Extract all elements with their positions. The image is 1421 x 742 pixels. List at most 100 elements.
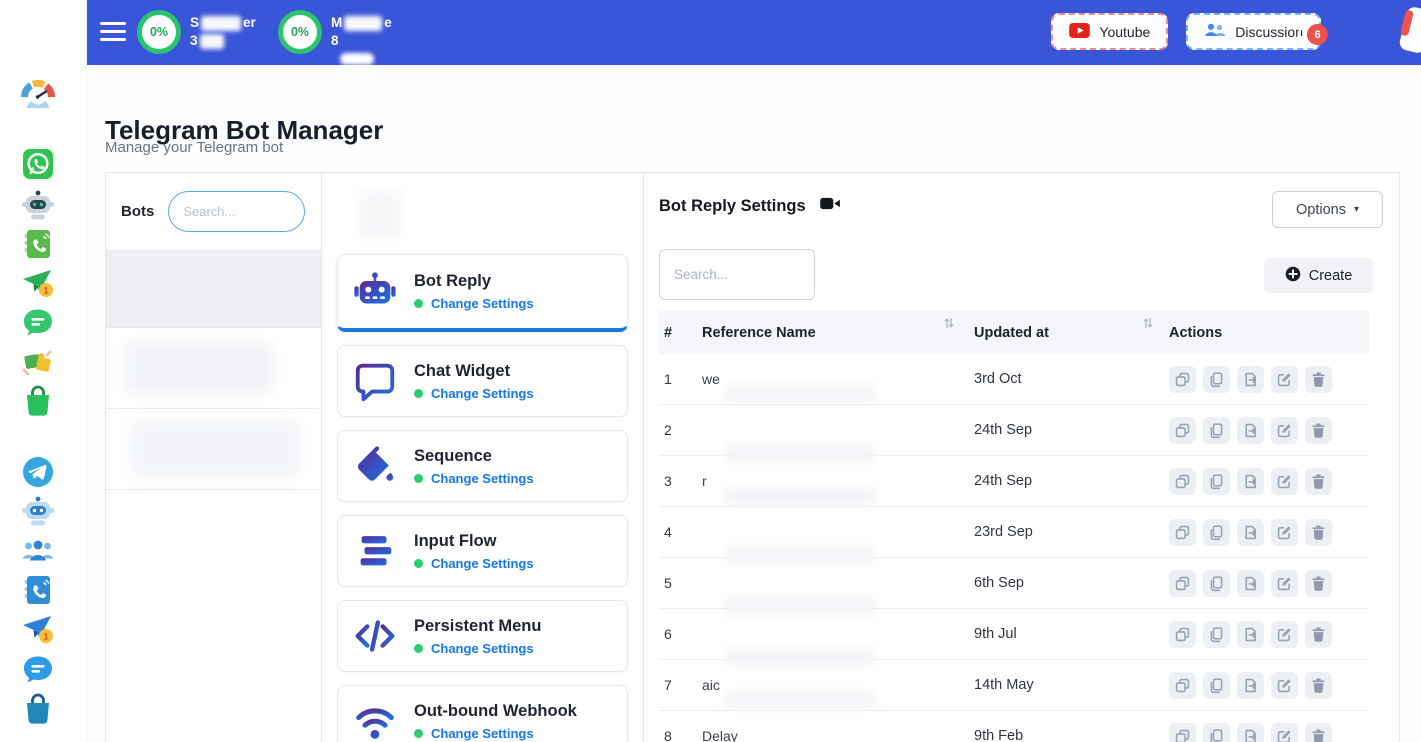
change-settings-link[interactable]: Change Settings bbox=[431, 471, 534, 486]
delete-action-button[interactable] bbox=[1305, 621, 1332, 648]
sort-icon[interactable] bbox=[943, 316, 955, 334]
export-action-button[interactable] bbox=[1237, 723, 1264, 742]
export-action-button[interactable] bbox=[1237, 672, 1264, 699]
whatsapp-broadcast-icon[interactable]: 1 bbox=[20, 265, 56, 301]
row-number: 5 bbox=[659, 575, 697, 591]
duplicate-action-button[interactable] bbox=[1203, 723, 1230, 742]
telegram-icon[interactable] bbox=[20, 454, 56, 490]
bot-list-item[interactable] bbox=[106, 409, 321, 490]
create-button[interactable]: Create bbox=[1264, 258, 1373, 293]
svg-text:1: 1 bbox=[43, 632, 49, 643]
youtube-button[interactable]: Youtube bbox=[1051, 13, 1168, 50]
whatsapp-contacts-icon[interactable] bbox=[20, 226, 56, 262]
export-action-button[interactable] bbox=[1237, 621, 1264, 648]
change-settings-link[interactable]: Change Settings bbox=[431, 556, 534, 571]
delete-icon bbox=[1310, 575, 1327, 592]
delete-action-button[interactable] bbox=[1305, 519, 1332, 546]
whatsapp-store-icon[interactable] bbox=[20, 383, 56, 419]
export-action-button[interactable] bbox=[1237, 570, 1264, 597]
copy-action-button[interactable] bbox=[1169, 621, 1196, 648]
duplicate-action-button[interactable] bbox=[1203, 570, 1230, 597]
bot-list-item[interactable] bbox=[106, 328, 321, 409]
edit-action-button[interactable] bbox=[1271, 621, 1298, 648]
whatsapp-icon[interactable] bbox=[20, 146, 56, 182]
settings-menu-panel: Bot ReplyChange Settings Chat WidgetChang… bbox=[322, 173, 644, 742]
edit-icon bbox=[1276, 575, 1293, 592]
col-header-name[interactable]: Reference Name bbox=[697, 325, 969, 341]
dashboard-gauge-icon[interactable] bbox=[20, 78, 56, 114]
bot-list-item-selected[interactable] bbox=[106, 250, 321, 328]
updated-at-cell: 3rd Oct bbox=[969, 371, 1164, 387]
copy-icon bbox=[1174, 728, 1191, 742]
delete-action-button[interactable] bbox=[1305, 570, 1332, 597]
copy-action-button[interactable] bbox=[1169, 366, 1196, 393]
duplicate-action-button[interactable] bbox=[1203, 366, 1230, 393]
change-settings-link[interactable]: Change Settings bbox=[431, 641, 534, 656]
copy-action-button[interactable] bbox=[1169, 672, 1196, 699]
table-search-input[interactable] bbox=[659, 249, 815, 300]
hamburger-menu-icon[interactable] bbox=[100, 22, 126, 42]
reference-name-cell: r bbox=[697, 473, 969, 489]
edit-action-button[interactable] bbox=[1271, 366, 1298, 393]
reference-name-cell: aic bbox=[697, 677, 969, 693]
duplicate-action-button[interactable] bbox=[1203, 417, 1230, 444]
edit-action-button[interactable] bbox=[1271, 723, 1298, 742]
change-settings-link[interactable]: Change Settings bbox=[431, 726, 534, 741]
edit-action-button[interactable] bbox=[1271, 570, 1298, 597]
telegram-chat-icon[interactable] bbox=[20, 652, 56, 688]
bot-reply-table: # Reference Name Updated at Actions 1we3… bbox=[659, 311, 1369, 742]
delete-action-button[interactable] bbox=[1305, 366, 1332, 393]
delete-icon bbox=[1310, 371, 1327, 388]
export-action-button[interactable] bbox=[1237, 468, 1264, 495]
stat-label-fragment: M bbox=[331, 14, 342, 32]
copy-action-button[interactable] bbox=[1169, 723, 1196, 742]
duplicate-action-button[interactable] bbox=[1203, 519, 1230, 546]
delete-action-button[interactable] bbox=[1305, 672, 1332, 699]
telegram-contacts-icon[interactable] bbox=[20, 572, 56, 608]
notification-bell-icon[interactable]: 6 bbox=[1295, 18, 1325, 48]
whatsapp-sms-icon[interactable] bbox=[20, 305, 56, 341]
redaction-blur bbox=[201, 16, 241, 31]
setting-card-label: Sequence bbox=[414, 447, 534, 466]
delete-action-button[interactable] bbox=[1305, 723, 1332, 742]
export-action-button[interactable] bbox=[1237, 366, 1264, 393]
duplicate-action-button[interactable] bbox=[1203, 672, 1230, 699]
setting-card-sequence[interactable]: Sequence Change Settings bbox=[337, 430, 628, 502]
redacted-bot-name bbox=[130, 421, 300, 477]
export-action-button[interactable] bbox=[1237, 519, 1264, 546]
redaction-blur bbox=[200, 34, 224, 49]
copy-icon bbox=[1174, 524, 1191, 541]
options-button[interactable]: Options ▾ bbox=[1272, 191, 1383, 228]
sort-icon[interactable] bbox=[1142, 316, 1154, 334]
delete-action-button[interactable] bbox=[1305, 417, 1332, 444]
video-tutorial-icon[interactable] bbox=[820, 196, 841, 216]
edit-action-button[interactable] bbox=[1271, 417, 1298, 444]
copy-action-button[interactable] bbox=[1169, 417, 1196, 444]
change-settings-link[interactable]: Change Settings bbox=[431, 296, 534, 311]
bots-search-input[interactable] bbox=[168, 191, 305, 232]
export-action-button[interactable] bbox=[1237, 417, 1264, 444]
integration-icon[interactable] bbox=[20, 344, 56, 380]
setting-card-persistent-menu[interactable]: Persistent MenuChange Settings bbox=[337, 600, 628, 672]
telegram-bot-icon[interactable] bbox=[20, 493, 56, 529]
whatsapp-bot-icon[interactable] bbox=[20, 187, 56, 223]
setting-card-chat-widget[interactable]: Chat WidgetChange Settings bbox=[337, 345, 628, 417]
col-header-updated[interactable]: Updated at bbox=[969, 325, 1164, 341]
edit-action-button[interactable] bbox=[1271, 672, 1298, 699]
edit-action-button[interactable] bbox=[1271, 519, 1298, 546]
telegram-group-icon[interactable] bbox=[20, 533, 56, 569]
delete-action-button[interactable] bbox=[1305, 468, 1332, 495]
copy-action-button[interactable] bbox=[1169, 519, 1196, 546]
duplicate-action-button[interactable] bbox=[1203, 468, 1230, 495]
change-settings-link[interactable]: Change Settings bbox=[431, 386, 534, 401]
telegram-store-icon[interactable] bbox=[20, 691, 56, 727]
setting-card-bot-reply[interactable]: Bot ReplyChange Settings bbox=[337, 254, 628, 332]
copy-action-button[interactable] bbox=[1169, 570, 1196, 597]
copy-action-button[interactable] bbox=[1169, 468, 1196, 495]
edit-action-button[interactable] bbox=[1271, 468, 1298, 495]
setting-card-out-bound-webhook[interactable]: Out-bound WebhookChange Settings bbox=[337, 685, 628, 742]
setting-card-input-flow[interactable]: Input FlowChange Settings bbox=[337, 515, 628, 587]
duplicate-action-button[interactable] bbox=[1203, 621, 1230, 648]
plus-circle-icon bbox=[1285, 266, 1301, 286]
telegram-broadcast-icon[interactable]: 1 bbox=[20, 611, 56, 647]
